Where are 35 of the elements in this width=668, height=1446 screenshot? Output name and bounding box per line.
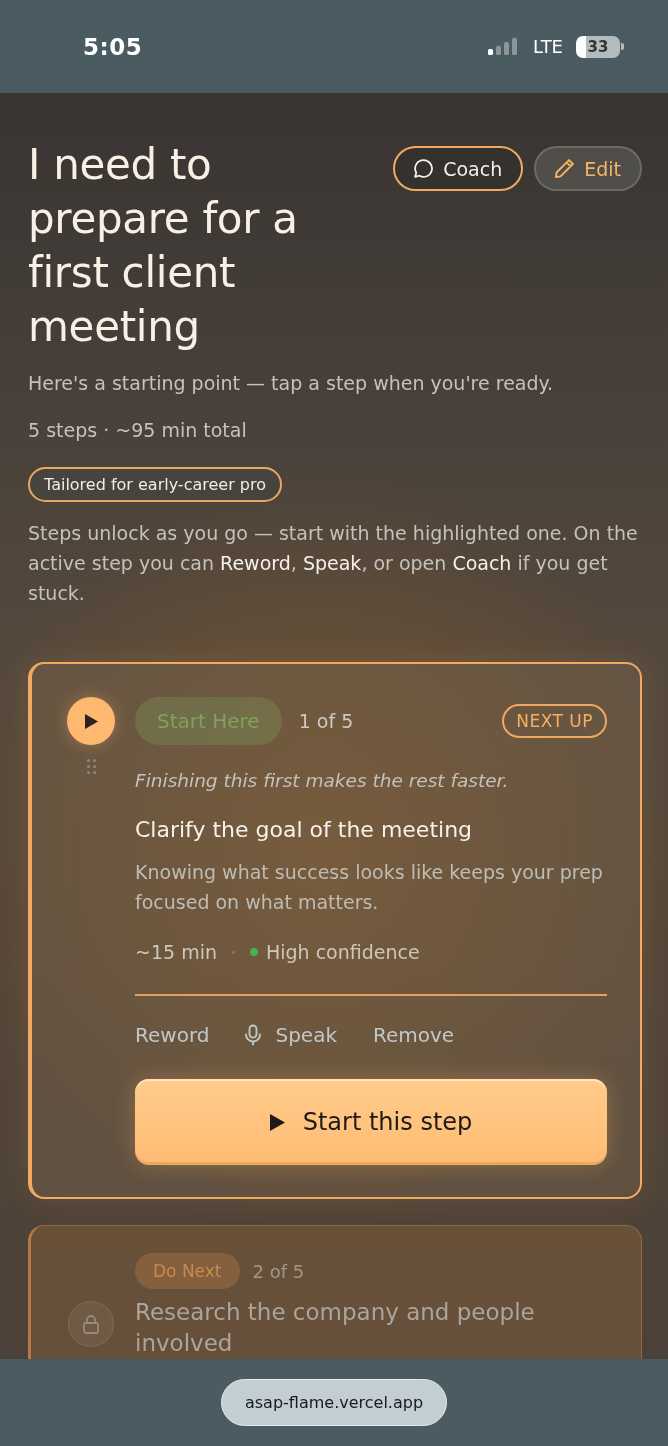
start-step-button[interactable]: Start this step <box>135 1079 607 1165</box>
step-description: Knowing what success looks like keeps your prep focused on what matters. <box>135 860 604 915</box>
lock-icon <box>68 1301 114 1347</box>
microphone-icon <box>245 1024 262 1046</box>
step-title: Clarify the goal of the meeting <box>135 816 474 844</box>
url-bar[interactable]: asap-flame.vercel.app <box>220 1379 448 1426</box>
step-reason: Finishing this first makes the rest faster. <box>135 769 510 793</box>
battery-indicator: 33 <box>576 35 624 58</box>
step-position: 2 of 5 <box>252 1260 305 1282</box>
subtitle-text: Here's a starting point — tap a step when you're ready. <box>28 371 555 396</box>
page-title: I need to prepare for a first client meeting <box>28 139 299 353</box>
instructions-text: Steps unlock as you go — start with the highlighted one. On the active step you can Reword, Speak, or open Coach if you get stuck. <box>28 521 639 606</box>
pencil-icon <box>555 159 575 178</box>
step-action-button[interactable]: Reword <box>135 1020 210 1050</box>
step-position: 1 of 5 <box>298 710 354 732</box>
status-time: 5:05 <box>83 33 143 60</box>
play-icon <box>269 1113 285 1131</box>
step-action-button[interactable]: Speak <box>245 1020 337 1050</box>
duration-text: ~15 min <box>135 940 217 965</box>
coach-button[interactable]: Coach <box>393 146 524 191</box>
profile-tag: Tailored for early-career pro <box>28 467 282 502</box>
drag-handle-icon[interactable] <box>86 759 96 774</box>
step-badge: Do Next <box>135 1253 240 1289</box>
edit-button[interactable]: Edit <box>534 146 642 191</box>
step-card[interactable] <box>28 662 642 1199</box>
plan-summary: 5 steps · ~95 min total <box>28 418 248 443</box>
signal-icon <box>488 38 520 55</box>
confidence-text: High confidence <box>265 940 420 965</box>
step-action-button[interactable]: Remove <box>373 1020 455 1050</box>
step-title: Research the company and people involved <box>135 1298 536 1358</box>
network-label: LTE <box>533 36 563 57</box>
chat-bubble-icon <box>414 159 434 178</box>
play-icon <box>84 713 98 729</box>
play-button[interactable] <box>67 697 115 745</box>
status-badge: NEXT UP <box>502 704 607 738</box>
